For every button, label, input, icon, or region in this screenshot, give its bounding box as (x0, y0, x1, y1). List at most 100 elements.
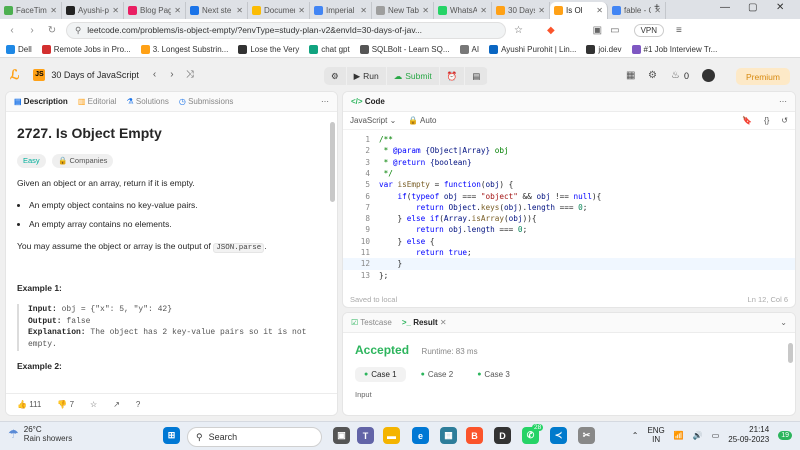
bookmark-icon[interactable]: 🔖 (742, 116, 752, 125)
bookmark-item[interactable]: SQLBolt - Learn SQ... (359, 44, 450, 54)
url-bar[interactable]: ⚲ leetcode.com/problems/is-object-empty/… (66, 21, 506, 39)
notification-badge[interactable]: 19 (778, 430, 792, 440)
tab-submissions[interactable]: ◷ Submissions (179, 97, 234, 106)
scrollbar[interactable] (330, 122, 335, 202)
browser-tab[interactable]: 30 Days ✕ (492, 2, 550, 19)
minimize-button[interactable]: — (720, 2, 730, 13)
site-info-icon[interactable]: ⚲ (75, 25, 81, 36)
study-plan-title[interactable]: 30 Days of JavaScript (51, 70, 139, 80)
forward-icon[interactable]: › (26, 25, 38, 36)
extensions-icon[interactable]: ▣ (593, 25, 602, 36)
auto-toggle[interactable]: 🔒 Auto (408, 116, 436, 125)
close-tab-icon[interactable]: ✕ (480, 6, 487, 15)
brave-shield-icon[interactable]: ◆ (547, 25, 555, 36)
code-tab[interactable]: </> Code (351, 97, 385, 106)
bookmark-item[interactable]: AI (459, 44, 479, 54)
language-select[interactable]: JavaScript ⌄ (350, 116, 396, 125)
browser-tab[interactable]: Blog Pag ✕ (124, 2, 186, 19)
bookmark-item[interactable]: joi.dev (586, 44, 622, 54)
bookmark-item[interactable]: 3. Longest Substrin... (140, 44, 228, 54)
shuffle-icon[interactable]: ⤨ (186, 69, 194, 80)
teams-icon[interactable]: T (357, 427, 374, 444)
scrollbar[interactable] (788, 343, 793, 363)
problem-title[interactable]: 2727. Is Object Empty (17, 124, 326, 144)
browser-tab[interactable]: Imperial ✕ (310, 2, 372, 19)
maximize-button[interactable]: ▢ (748, 2, 757, 13)
file-explorer-icon[interactable]: ▬ (383, 427, 400, 444)
browser-tab[interactable]: WhatsAp✕ (434, 2, 492, 19)
wifi-icon[interactable]: 📶 (674, 431, 684, 440)
reset-icon[interactable]: ↺ (781, 116, 788, 125)
close-tab-icon[interactable]: ✕ (360, 6, 367, 15)
case-tab-1[interactable]: ● Case 1 (355, 367, 406, 382)
taskbar-search[interactable]: ⚲ Search (187, 427, 322, 447)
format-icon[interactable]: {} (764, 116, 769, 125)
battery-icon[interactable]: ▭ (712, 431, 720, 440)
more-icon[interactable]: ⋯ (779, 97, 787, 106)
case-tab-3[interactable]: ● Case 3 (468, 367, 519, 382)
vscode-icon[interactable]: ≺ (550, 427, 567, 444)
close-tab-icon[interactable]: ✕ (50, 6, 57, 15)
edge-icon[interactable]: e (412, 427, 429, 444)
snipping-tool-icon[interactable]: ✂ (578, 427, 595, 444)
browser-tab[interactable]: New Tab ✕ (372, 2, 434, 19)
back-icon[interactable]: ‹ (6, 25, 18, 36)
browser-tab[interactable]: Documen ✕ (248, 2, 310, 19)
like-button[interactable]: 👍 111 (17, 400, 41, 409)
new-tab-button[interactable]: + (654, 2, 660, 13)
notes-button[interactable]: ▤ (465, 67, 489, 85)
browser-tab[interactable]: FaceTim ✕ (0, 2, 62, 19)
more-icon[interactable]: ⋯ (321, 97, 329, 106)
vpn-button[interactable]: VPN (633, 23, 665, 37)
tab-description[interactable]: ▤ Description (14, 97, 68, 106)
close-tab-icon[interactable]: ✕ (112, 6, 119, 15)
code-editor[interactable]: 1/** 2 * @param {Object|Array} obj 3 * @… (343, 130, 795, 290)
tab-solutions[interactable]: ⚗ Solutions (127, 97, 169, 106)
tab-editorial[interactable]: ▥ Editorial (78, 97, 117, 106)
brave-icon[interactable]: B (466, 427, 483, 444)
close-tab-icon[interactable]: ✕ (596, 6, 603, 15)
dislike-button[interactable]: 👎 7 (57, 400, 74, 409)
debug-button[interactable]: ⚙ (324, 67, 347, 85)
volume-icon[interactable]: 🔊 (693, 431, 703, 440)
next-problem-icon[interactable]: › (170, 69, 173, 80)
tab-result[interactable]: >_ Result ✕ (402, 318, 447, 327)
help-icon[interactable]: ? (136, 400, 140, 409)
bookmark-item[interactable]: #1 Job Interview Tr... (631, 44, 717, 54)
close-tab-icon[interactable]: ✕ (538, 6, 545, 15)
chevron-up-icon[interactable]: ⌃ (632, 431, 639, 440)
bookmark-item[interactable]: Remote Jobs in Pro... (41, 44, 131, 54)
close-tab-icon[interactable]: ✕ (236, 6, 243, 15)
clock[interactable]: 21:14 25-09-2023 (728, 425, 769, 445)
start-icon[interactable]: ⊞ (163, 427, 180, 444)
bookmark-item[interactable]: chat gpt (309, 44, 350, 54)
close-icon[interactable]: ✕ (440, 318, 447, 327)
share-icon[interactable]: ↗ (113, 400, 120, 409)
close-tab-icon[interactable]: ✕ (174, 6, 181, 15)
bookmark-item[interactable]: Ayushi Purohit | Lin... (489, 44, 576, 54)
collapse-icon[interactable]: ⌄ (780, 318, 787, 327)
premium-button[interactable]: Premium (735, 68, 790, 85)
bookmark-icon[interactable]: ☆ (514, 25, 523, 36)
task-view-icon[interactable]: ▣ (333, 427, 350, 444)
case-tab-2[interactable]: ● Case 2 (412, 367, 463, 382)
wallet-icon[interactable]: ▭ (610, 25, 619, 36)
browser-tab[interactable]: Is Ol ✕ (550, 2, 608, 19)
submit-button[interactable]: ☁ Submit (387, 67, 440, 85)
weather-widget[interactable]: ☂ 26°C Rain showers (8, 425, 72, 443)
leetcode-logo-icon[interactable]: ℒ (10, 67, 19, 83)
run-button[interactable]: ▶ Run (347, 67, 387, 85)
store-icon[interactable]: ▦ (440, 427, 457, 444)
bookmark-item[interactable]: Dell (6, 44, 32, 54)
layout-icon[interactable]: ▦ (626, 70, 635, 81)
timer-button[interactable]: ⏰ (440, 67, 466, 85)
settings-icon[interactable]: ⚙ (648, 70, 657, 81)
streak-fire-icon[interactable]: ♨ (671, 70, 680, 81)
bookmark-item[interactable]: Lose the Very (238, 44, 299, 54)
browser-tab[interactable]: Ayushi-p ✕ (62, 2, 124, 19)
star-icon[interactable]: ☆ (90, 400, 97, 409)
prev-problem-icon[interactable]: ‹ (153, 69, 156, 80)
companies-button[interactable]: 🔒 Companies (52, 153, 114, 169)
menu-icon[interactable]: ≡ (676, 25, 682, 36)
close-window-button[interactable]: ✕ (776, 2, 784, 13)
